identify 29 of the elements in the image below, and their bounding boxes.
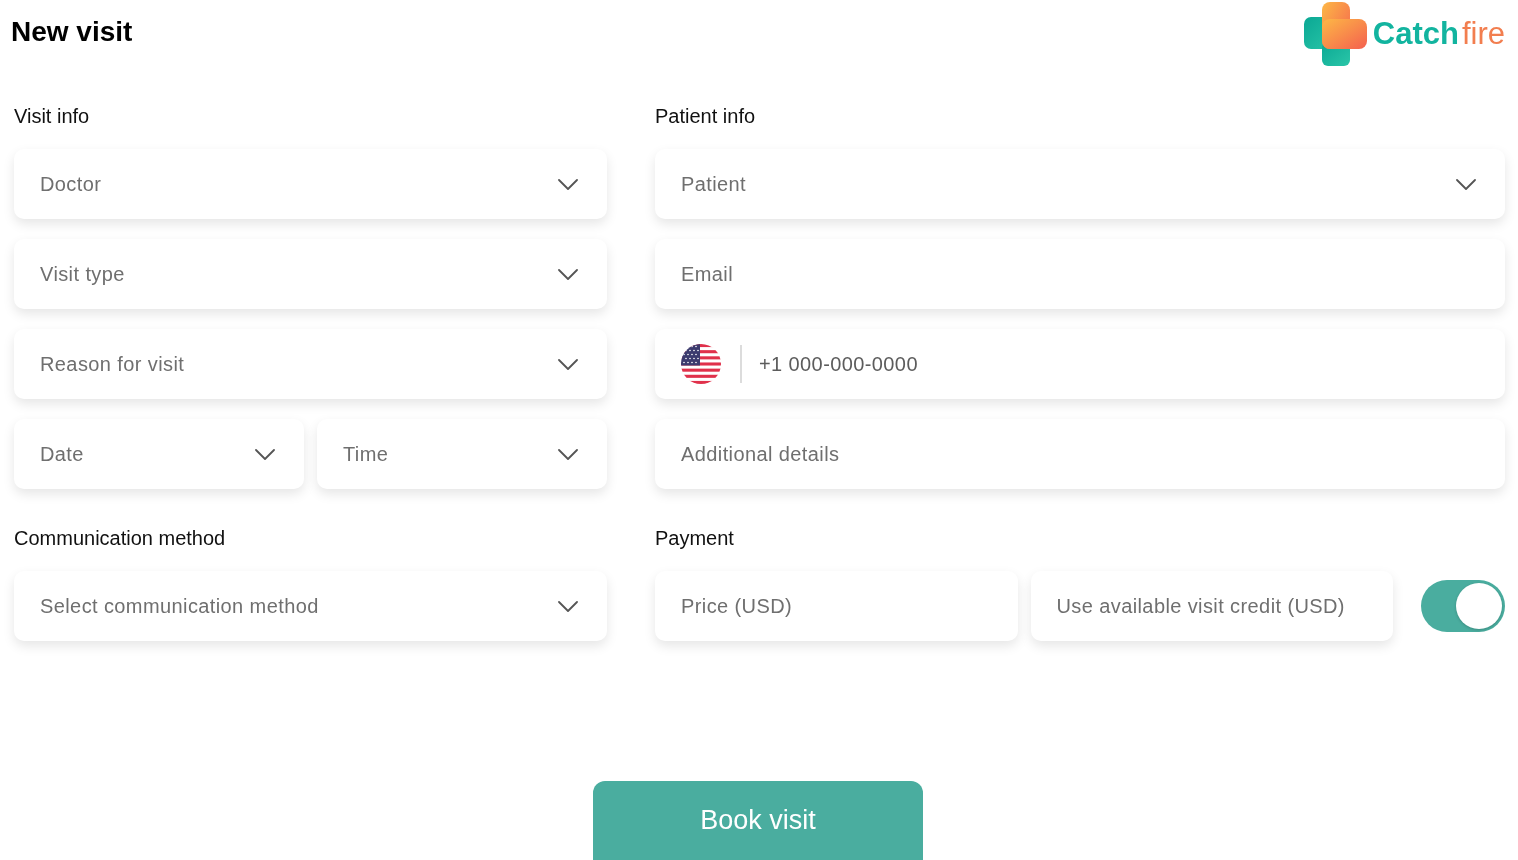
chevron-down-icon (255, 448, 275, 460)
phone-field[interactable]: +1 000-000-0000 (655, 329, 1505, 399)
dropdown-field[interactable]: Visit type (14, 239, 607, 309)
dropdown-field[interactable]: Patient (655, 149, 1505, 219)
dropdown-field[interactable]: Select communication method (14, 571, 607, 641)
input-field[interactable]: Email (655, 239, 1505, 309)
dropdown-field[interactable]: Doctor (14, 149, 607, 219)
input-field[interactable]: Use available visit credit (USD) (1030, 571, 1393, 641)
dropdown-field[interactable]: Reason for visit (14, 329, 607, 399)
dropdown-field[interactable]: Date (14, 419, 304, 489)
chevron-down-icon (558, 358, 578, 370)
chevron-down-icon (558, 600, 578, 612)
chevron-down-icon (558, 448, 578, 460)
chevron-down-icon (1456, 178, 1476, 190)
dropdown-field[interactable]: Time (317, 419, 607, 489)
page-title: New visit (11, 15, 133, 49)
logo-text: fire (1461, 16, 1505, 52)
chevron-down-icon (558, 178, 578, 190)
input-field[interactable]: Additional details (655, 419, 1505, 489)
book-visit-button[interactable]: Book visit (593, 781, 923, 860)
logo-text: Catch (1372, 16, 1459, 52)
section-heading: Visit info (14, 104, 91, 128)
toggle-switch[interactable] (1421, 580, 1505, 632)
logo-icon (1303, 2, 1367, 66)
section-heading: Payment (655, 526, 735, 550)
input-field[interactable]: Price (USD) (655, 571, 1018, 641)
chevron-down-icon (558, 268, 578, 280)
section-heading: Communication method (14, 526, 227, 550)
section-heading: Patient info (655, 104, 757, 128)
